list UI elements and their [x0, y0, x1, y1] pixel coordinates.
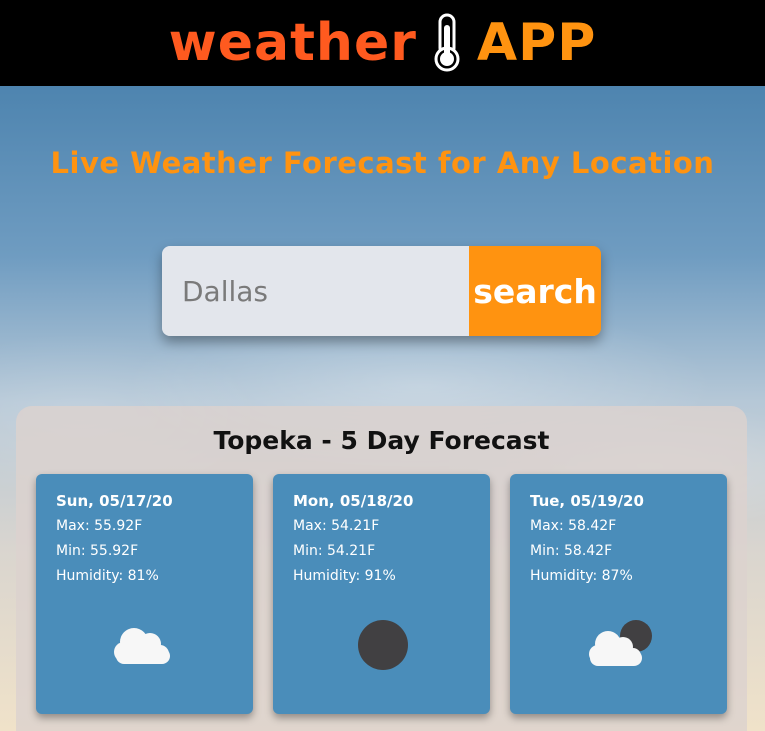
- forecast-date: Tue, 05/19/20: [530, 492, 644, 510]
- brand-word-app: APP: [476, 13, 597, 73]
- forecast-min-temp: Min: 58.42F: [530, 543, 613, 559]
- app-header: weather APP: [0, 0, 765, 86]
- forecast-humidity: Humidity: 91%: [293, 568, 396, 584]
- forecast-date: Mon, 05/18/20: [293, 492, 414, 510]
- page-headline: Live Weather Forecast for Any Location: [50, 146, 715, 180]
- search-bar: search: [162, 246, 601, 336]
- forecast-date: Sun, 05/17/20: [56, 492, 173, 510]
- forecast-day-card: Sun, 05/17/20 Max: 55.92F Min: 55.92F Hu…: [36, 474, 253, 714]
- forecast-max-temp: Max: 54.21F: [293, 518, 380, 534]
- forecast-humidity: Humidity: 81%: [56, 568, 159, 584]
- clear-night-icon: [358, 620, 408, 670]
- brand-logo: weather APP: [169, 13, 597, 73]
- forecast-max-temp: Max: 58.42F: [530, 518, 617, 534]
- forecast-min-temp: Min: 54.21F: [293, 543, 376, 559]
- thermometer-icon: [434, 13, 460, 72]
- forecast-min-temp: Min: 55.92F: [56, 543, 139, 559]
- brand-word-weather: weather: [168, 13, 417, 73]
- forecast-day-card: Tue, 05/19/20 Max: 58.42F Min: 58.42F Hu…: [510, 474, 727, 714]
- forecast-humidity: Humidity: 87%: [530, 568, 633, 584]
- forecast-day-card: Mon, 05/18/20 Max: 54.21F Min: 54.21F Hu…: [273, 474, 490, 714]
- search-button[interactable]: search: [469, 246, 601, 336]
- cloudy-icon: [114, 628, 170, 664]
- forecast-max-temp: Max: 55.92F: [56, 518, 143, 534]
- city-search-input[interactable]: [162, 246, 469, 336]
- partly-cloudy-night-icon: [589, 620, 652, 666]
- forecast-panel: Topeka - 5 Day Forecast Sun, 05/17/20 Ma…: [16, 406, 747, 731]
- forecast-title: Topeka - 5 Day Forecast: [213, 426, 550, 455]
